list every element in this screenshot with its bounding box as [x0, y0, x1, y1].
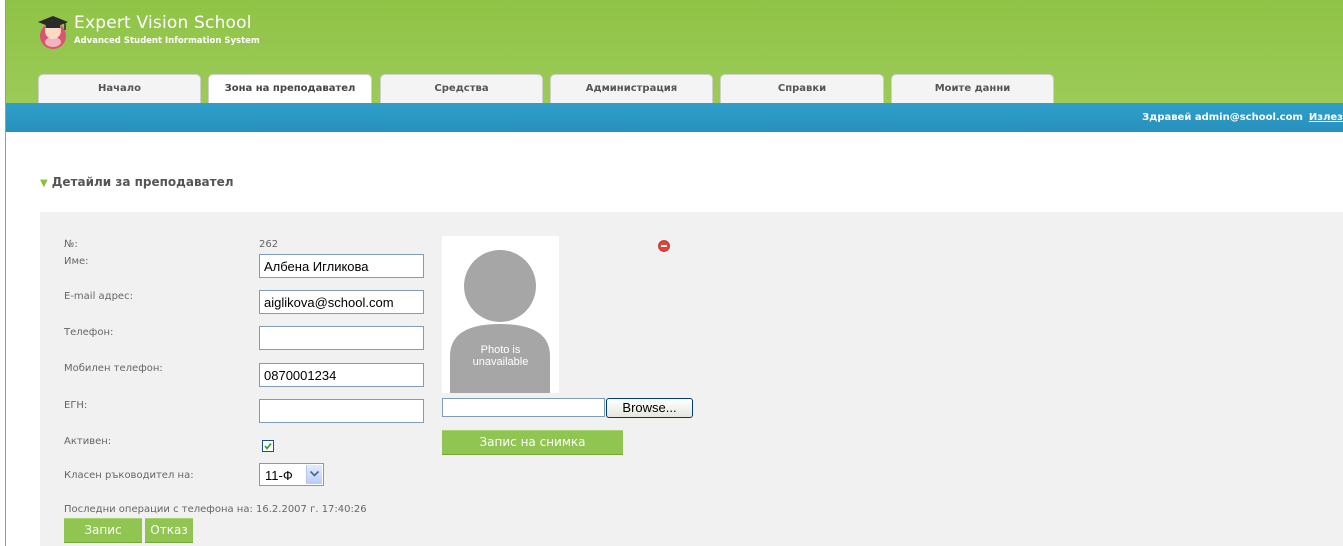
class-select[interactable]: 11-Ф	[259, 463, 324, 486]
teacher-details-panel	[40, 212, 1343, 546]
last-operations-value: 16.2.2007 г. 17:40:26	[256, 504, 367, 515]
email-input[interactable]	[259, 290, 424, 314]
egn-label: ЕГН:	[64, 400, 88, 411]
class-select-value: 11-Ф	[265, 468, 293, 483]
app-header: Expert Vision School Advanced Student In…	[6, 0, 1343, 103]
mobile-label: Мобилен телефон:	[64, 363, 163, 374]
user-greeting: Здравей admin@school.com	[1142, 112, 1303, 123]
number-label: №:	[64, 239, 78, 250]
phone-label: Телефон:	[64, 327, 114, 338]
save-button[interactable]: Запис	[64, 518, 142, 543]
email-label: E-mail адрес:	[64, 291, 133, 302]
section-header: ▼ Детайли за преподавател	[40, 175, 234, 189]
chevron-down-icon[interactable]	[306, 465, 322, 484]
remove-photo-icon[interactable]	[658, 240, 670, 252]
brand-subtitle: Advanced Student Information System	[74, 36, 260, 46]
tab-teacher-zone[interactable]: Зона на преподавател	[208, 74, 372, 103]
last-operations-text: Последни операции с телефона на: 16.2.20…	[64, 504, 367, 515]
egn-input[interactable]	[259, 399, 424, 423]
person-silhouette-icon	[450, 250, 550, 393]
student-logo-icon	[38, 16, 68, 49]
user-greeting-area: Здравей admin@school.com Излез	[1142, 103, 1343, 132]
tab-my-data[interactable]: Моите данни	[891, 74, 1054, 103]
tab-home[interactable]: Начало	[38, 74, 201, 103]
photo-placeholder: Photo is unavailable	[442, 236, 559, 393]
logout-link[interactable]: Излез	[1309, 112, 1343, 123]
checkmark-icon	[264, 443, 272, 450]
active-label: Активен:	[64, 436, 112, 447]
section-title: Детайли за преподавател	[51, 175, 234, 189]
name-input[interactable]	[259, 254, 424, 278]
photo-file-input[interactable]	[442, 398, 605, 417]
tab-administration[interactable]: Администрация	[550, 74, 713, 103]
cancel-button[interactable]: Отказ	[145, 518, 193, 543]
tab-reports[interactable]: Справки	[720, 74, 884, 103]
number-value: 262	[259, 239, 279, 250]
phone-input[interactable]	[259, 326, 424, 350]
photo-unavailable-line1: Photo is	[480, 344, 521, 356]
mobile-input[interactable]	[259, 363, 424, 387]
save-photo-button[interactable]: Запис на снимка	[442, 430, 623, 455]
class-teacher-label: Класен ръководител на:	[64, 470, 194, 481]
tab-resources[interactable]: Средства	[380, 74, 543, 103]
triangle-down-icon: ▼	[40, 178, 48, 189]
photo-unavailable-line2: unavailable	[472, 356, 529, 368]
name-label: Име:	[64, 256, 89, 267]
brand-title: Expert Vision School	[74, 13, 252, 33]
user-bar: Здравей admin@school.com Излез	[6, 103, 1343, 132]
active-checkbox[interactable]	[262, 440, 274, 452]
browse-button[interactable]: Browse...	[606, 398, 693, 418]
last-operations-label: Последни операции с телефона на:	[64, 504, 253, 515]
